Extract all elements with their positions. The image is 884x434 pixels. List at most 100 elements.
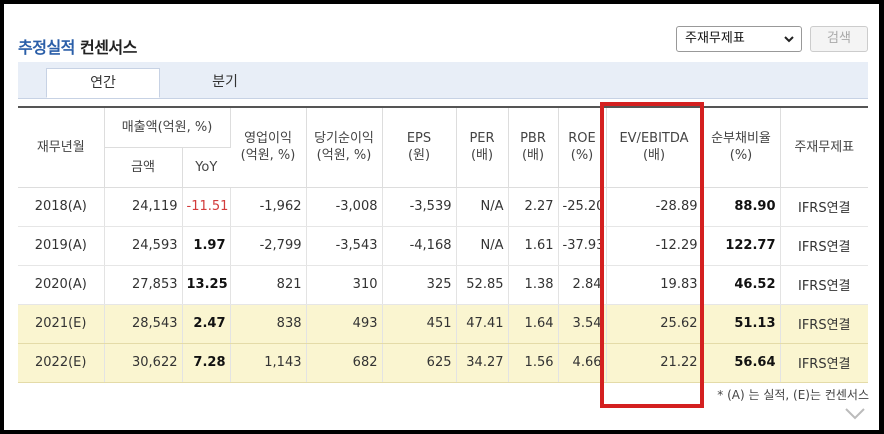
financial-standard-select[interactable]: 주재무제표 (676, 26, 802, 52)
cell-financial-standard: IFRS연결 (780, 304, 868, 344)
header-operating-income: 영업이익 (억원, %) (230, 106, 307, 188)
cell-roe: 3.54 (558, 304, 607, 344)
table-row: 2019(A) 24,593 1.97 -2,799 -3,543 -4,168… (18, 226, 868, 266)
header-per-label: PER (469, 131, 495, 147)
section-title: 추정실적 컨센서스 (18, 34, 137, 58)
cell-sales: 24,593 (104, 226, 183, 266)
cell-period: 2020(A) (18, 265, 105, 305)
cell-eps: 625 (382, 343, 457, 383)
cell-roe: 2.84 (558, 265, 607, 305)
cell-financial-standard: IFRS연결 (780, 226, 868, 266)
header-eps-label: EPS (406, 131, 432, 147)
cell-roe: -37.93 (558, 226, 607, 266)
table-row: 2018(A) 24,119 -11.51 -1,962 -3,008 -3,5… (18, 187, 868, 227)
header-net-debt-ratio-unit: (%) (729, 148, 753, 164)
cell-financial-standard: IFRS연결 (780, 187, 868, 227)
cell-ev-ebitda: 21.22 (606, 343, 703, 383)
cell-net-debt-ratio: 122.77 (702, 226, 781, 266)
cell-yoy: 2.47 (182, 304, 231, 344)
header-eps: EPS (원) (382, 106, 457, 188)
header-net-debt-ratio-label: 순부채비율 (711, 131, 771, 147)
table-row: 2022(E) 30,622 7.28 1,143 682 625 34.27 … (18, 343, 868, 383)
cell-yoy: -11.51 (182, 187, 231, 227)
cell-yoy: 13.25 (182, 265, 231, 305)
tab-quarterly[interactable]: 분기 (168, 68, 282, 98)
cell-net-income: 682 (306, 343, 383, 383)
cell-pbr: 1.61 (508, 226, 559, 266)
cell-period: 2021(E) (18, 304, 105, 344)
period-tab-bar: 연간 분기 (18, 62, 868, 99)
financial-standard-select-value: 주재무제표 (685, 31, 745, 46)
tab-annual[interactable]: 연간 (46, 68, 160, 98)
cell-operating-income: 1,143 (230, 343, 307, 383)
cell-ev-ebitda: -12.29 (606, 226, 703, 266)
cell-eps: 451 (382, 304, 457, 344)
cell-per: 52.85 (456, 265, 509, 305)
cell-eps: -4,168 (382, 226, 457, 266)
footnote: * (A) 는 실적, (E)는 컨센서스 (717, 388, 869, 402)
cell-eps: 325 (382, 265, 457, 305)
cell-ev-ebitda: 25.62 (606, 304, 703, 344)
cell-pbr: 1.38 (508, 265, 559, 305)
cell-net-income: 493 (306, 304, 383, 344)
cell-period: 2019(A) (18, 226, 105, 266)
table-row: 2020(A) 27,853 13.25 821 310 325 52.85 1… (18, 265, 868, 305)
cell-sales: 28,543 (104, 304, 183, 344)
header-sales-group: 매출액(억원, %) (104, 106, 231, 148)
header-roe-unit: (%) (570, 148, 594, 164)
cell-net-income: -3,543 (306, 226, 383, 266)
header-pbr: PBR (배) (508, 106, 559, 188)
cell-pbr: 2.27 (508, 187, 559, 227)
header-per-unit: (배) (470, 148, 494, 164)
cell-period: 2022(E) (18, 343, 105, 383)
cell-ev-ebitda: 19.83 (606, 265, 703, 305)
search-button[interactable]: 검색 (810, 26, 868, 52)
cell-net-debt-ratio: 51.13 (702, 304, 781, 344)
cell-net-debt-ratio: 46.52 (702, 265, 781, 305)
cell-financial-standard: IFRS연결 (780, 343, 868, 383)
cell-sales: 27,853 (104, 265, 183, 305)
cell-operating-income: -2,799 (230, 226, 307, 266)
header-sales-amount: 금액 (104, 147, 183, 188)
cell-roe: -25.20 (558, 187, 607, 227)
header-eps-unit: (원) (407, 148, 431, 164)
cell-per: N/A (456, 226, 509, 266)
chevron-down-icon[interactable] (844, 407, 866, 421)
header-period: 재무년월 (18, 106, 105, 188)
cell-financial-standard: IFRS연결 (780, 265, 868, 305)
cell-net-debt-ratio: 56.64 (702, 343, 781, 383)
header-ev-ebitda: EV/EBITDA (배) (606, 106, 703, 188)
table-row: 2021(E) 28,543 2.47 838 493 451 47.41 1.… (18, 304, 868, 344)
header-sales-yoy: YoY (182, 147, 230, 188)
header-operating-income-unit: (억원, %) (240, 148, 296, 164)
header-ev-ebitda-label: EV/EBITDA (619, 131, 689, 147)
cell-yoy: 1.97 (182, 226, 231, 266)
chevron-down-icon (784, 36, 794, 43)
cell-per: 34.27 (456, 343, 509, 383)
cell-period: 2018(A) (18, 187, 105, 227)
cell-net-income: -3,008 (306, 187, 383, 227)
cell-pbr: 1.64 (508, 304, 559, 344)
header-pbr-unit: (배) (521, 148, 545, 164)
cell-per: N/A (456, 187, 509, 227)
header-net-debt-ratio: 순부채비율 (%) (702, 106, 781, 188)
cell-per: 47.41 (456, 304, 509, 344)
header-net-income-unit: (억원, %) (316, 148, 372, 164)
cell-operating-income: 838 (230, 304, 307, 344)
header-financial-standard: 주재무제표 (780, 106, 868, 188)
cell-net-debt-ratio: 88.90 (702, 187, 781, 227)
cell-operating-income: -1,962 (230, 187, 307, 227)
section-title-highlight: 추정실적 (18, 38, 75, 57)
cell-yoy: 7.28 (182, 343, 231, 383)
header-pbr-label: PBR (520, 131, 546, 147)
header-roe: ROE (%) (558, 106, 607, 188)
header-net-income-label: 당기순이익 (314, 131, 374, 147)
header-ev-ebitda-unit: (배) (642, 148, 666, 164)
header-roe-label: ROE (568, 131, 596, 147)
cell-roe: 4.66 (558, 343, 607, 383)
cell-sales: 24,119 (104, 187, 183, 227)
header-per: PER (배) (456, 106, 509, 188)
header-operating-income-label: 영업이익 (244, 131, 292, 147)
cell-ev-ebitda: -28.89 (606, 187, 703, 227)
consensus-panel: 추정실적 컨센서스 주재무제표 검색 연간 분기 재무년월 매출액(억원, %)… (4, 4, 879, 430)
